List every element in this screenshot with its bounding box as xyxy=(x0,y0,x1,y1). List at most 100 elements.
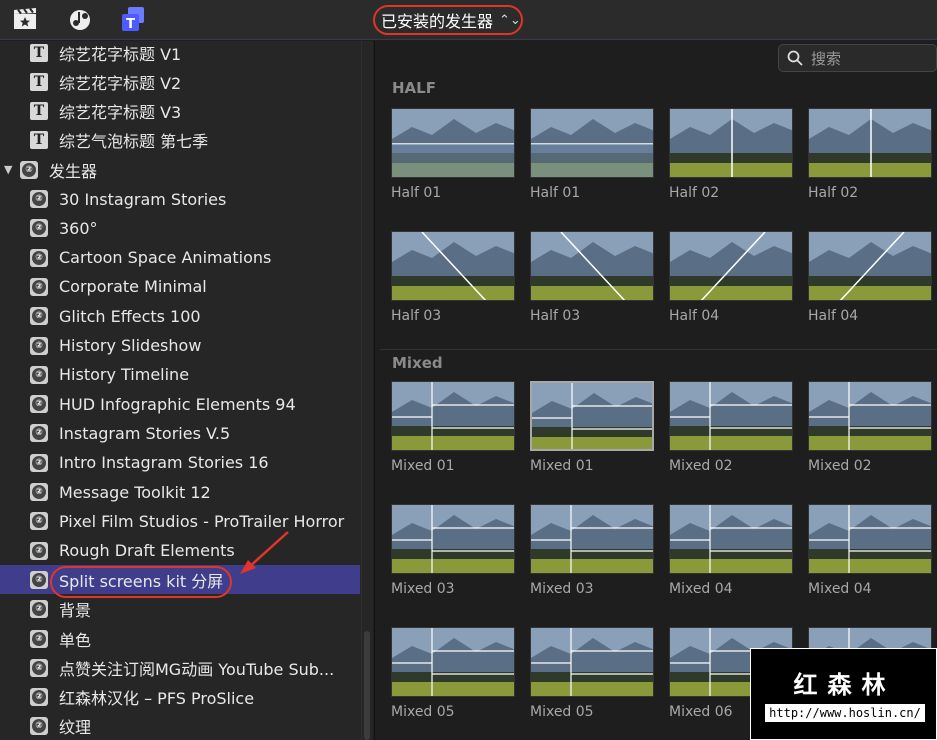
title-t-icon: T xyxy=(30,102,48,121)
generator-thumbnail[interactable] xyxy=(391,381,515,451)
generator-thumbnail[interactable] xyxy=(391,108,515,178)
sidebar-item-label: 纹理 xyxy=(59,718,92,738)
thumbnail-caption: Mixed 02 xyxy=(808,458,872,474)
sidebar-folder[interactable]: ▼ ② 发生器 xyxy=(0,155,360,184)
sidebar-item[interactable]: T 综艺花字标题 V1 xyxy=(0,41,360,67)
generator-icon: ② xyxy=(30,570,48,589)
generator-thumbnail[interactable] xyxy=(669,504,793,574)
sidebar-item-label: 发生器 xyxy=(49,161,98,181)
section-divider xyxy=(380,349,937,350)
sidebar-item-label: 背景 xyxy=(59,601,92,621)
generator-icon: ② xyxy=(30,336,48,355)
sidebar-item[interactable]: ② Pixel Film Studios - ProTrailer Horror xyxy=(0,507,360,536)
sidebar-item[interactable]: ② Rough Draft Elements xyxy=(0,536,360,565)
thumbnail-caption: Mixed 03 xyxy=(391,581,455,597)
sidebar-item[interactable]: ② Glitch Effects 100 xyxy=(0,302,360,331)
generator-icon: ② xyxy=(30,658,48,677)
sidebar-item[interactable]: ② 纹理 xyxy=(0,712,360,740)
generator-thumbnail[interactable] xyxy=(391,627,515,697)
generator-thumbnail[interactable] xyxy=(391,231,515,301)
sidebar-scrollbar-thumb[interactable] xyxy=(364,631,370,740)
generator-thumbnail[interactable] xyxy=(391,504,515,574)
titles-generators-icon[interactable]: T xyxy=(120,6,146,32)
generator-thumbnail[interactable] xyxy=(530,504,654,574)
music-camera-icon[interactable] xyxy=(67,6,93,32)
generator-thumbnail[interactable] xyxy=(669,231,793,301)
generator-thumbnail[interactable] xyxy=(530,108,654,178)
sidebar-item-label: 综艺气泡标题 第七季 xyxy=(59,132,209,152)
sidebar-item-label: Glitch Effects 100 xyxy=(59,306,201,326)
sidebar-item-label: 红森林汉化 – PFS ProSlice xyxy=(59,689,255,709)
sidebar-item-label: 360° xyxy=(59,218,98,238)
svg-text:T: T xyxy=(126,17,135,32)
generator-thumbnail[interactable] xyxy=(808,504,932,574)
generator-icon: ② xyxy=(30,483,48,501)
generator-thumbnail[interactable] xyxy=(808,231,932,301)
generator-icon: ② xyxy=(30,424,48,443)
generator-icon: ② xyxy=(30,219,48,238)
thumbnail-caption: Half 01 xyxy=(391,185,442,201)
sidebar-item[interactable]: ② HUD Infographic Elements 94 xyxy=(0,390,360,419)
sidebar-item-label: 综艺花字标题 V3 xyxy=(59,103,182,123)
search-icon xyxy=(787,50,803,66)
sidebar-item[interactable]: ② 30 Instagram Stories xyxy=(0,185,360,214)
generator-icon: ② xyxy=(30,277,48,296)
sidebar-item[interactable]: ② History Timeline xyxy=(0,360,360,389)
sidebar-item[interactable]: T 综艺花字标题 V2 xyxy=(0,67,360,96)
sidebar-item[interactable]: ② Message Toolkit 12 xyxy=(0,478,360,507)
generator-icon: ② xyxy=(30,365,48,384)
generator-thumbnail[interactable] xyxy=(808,381,932,451)
generator-thumbnail[interactable] xyxy=(530,627,654,697)
thumbnail-caption: Mixed 05 xyxy=(530,704,594,720)
sidebar-item-label: Instagram Stories V.5 xyxy=(59,423,231,443)
sidebar-item-label: 综艺花字标题 V1 xyxy=(59,44,182,64)
search-field[interactable]: 搜索 xyxy=(778,44,937,72)
title-t-icon: T xyxy=(30,43,48,62)
sidebar-item[interactable]: ② Instagram Stories V.5 xyxy=(0,419,360,448)
chevron-updown-icon: ⌃⌄ xyxy=(499,12,521,28)
sidebar-item-label: 单色 xyxy=(59,630,92,650)
thumbnail-caption: Mixed 05 xyxy=(391,704,455,720)
sidebar-item[interactable]: T 综艺花字标题 V3 xyxy=(0,97,360,126)
generator-thumbnail[interactable] xyxy=(530,231,654,301)
thumbnail-caption: Half 02 xyxy=(808,185,859,201)
sidebar-item[interactable]: ② History Slideshow xyxy=(0,331,360,360)
watermark-logo: 红森林 http://www.hoslin.cn/ xyxy=(750,648,937,740)
sidebar-item-label: History Timeline xyxy=(59,365,190,385)
sidebar-item[interactable]: ② 背景 xyxy=(0,595,360,624)
generator-icon: ② xyxy=(30,512,48,531)
sidebar-item[interactable]: ② Corporate Minimal xyxy=(0,272,360,301)
generator-thumbnail[interactable] xyxy=(808,108,932,178)
sidebar-item-label: Corporate Minimal xyxy=(59,277,207,297)
sidebar-item[interactable]: ② 点赞关注订阅MG动画 YouTube Sub... xyxy=(0,653,360,682)
thumbnail-caption: Half 03 xyxy=(391,308,442,324)
thumbnail-caption: Half 03 xyxy=(530,308,581,324)
clapper-star-icon[interactable] xyxy=(12,6,38,32)
generator-icon: ② xyxy=(30,541,48,560)
generator-thumbnail[interactable] xyxy=(669,108,793,178)
sidebar-item-label: 综艺花字标题 V2 xyxy=(59,73,182,93)
sidebar-item[interactable]: ② Cartoon Space Animations xyxy=(0,243,360,272)
generator-thumbnail[interactable] xyxy=(669,381,793,451)
generator-icon: ② xyxy=(30,307,48,326)
generator-icon: ② xyxy=(30,600,48,619)
title-t-icon: T xyxy=(30,131,48,150)
dropdown-label: 已安装的发生器 xyxy=(381,12,494,31)
thumbnail-caption: Mixed 04 xyxy=(808,581,872,597)
disclosure-triangle-icon[interactable]: ▼ xyxy=(4,163,12,176)
thumbnail-caption: Mixed 01 xyxy=(391,458,455,474)
thumbnail-caption: Half 04 xyxy=(669,308,720,324)
sidebar-item[interactable]: ② 单色 xyxy=(0,624,360,653)
generators-dropdown[interactable]: 已安装的发生器 ⌃⌄ xyxy=(373,5,523,35)
search-placeholder: 搜索 xyxy=(811,49,842,68)
generator-icon: ② xyxy=(30,395,48,414)
sidebar-item[interactable]: ② Intro Instagram Stories 16 xyxy=(0,448,360,477)
highlight-ring xyxy=(50,566,232,598)
sidebar-item-label: Cartoon Space Animations xyxy=(59,248,272,268)
sidebar-item-label: 30 Instagram Stories xyxy=(59,189,227,209)
sidebar-item[interactable]: T 综艺气泡标题 第七季 xyxy=(0,126,360,155)
generator-thumbnail[interactable] xyxy=(530,381,654,451)
thumbnail-caption: Mixed 04 xyxy=(669,581,733,597)
sidebar-item[interactable]: ② 红森林汉化 – PFS ProSlice xyxy=(0,683,360,712)
sidebar-item[interactable]: ② 360° xyxy=(0,214,360,243)
